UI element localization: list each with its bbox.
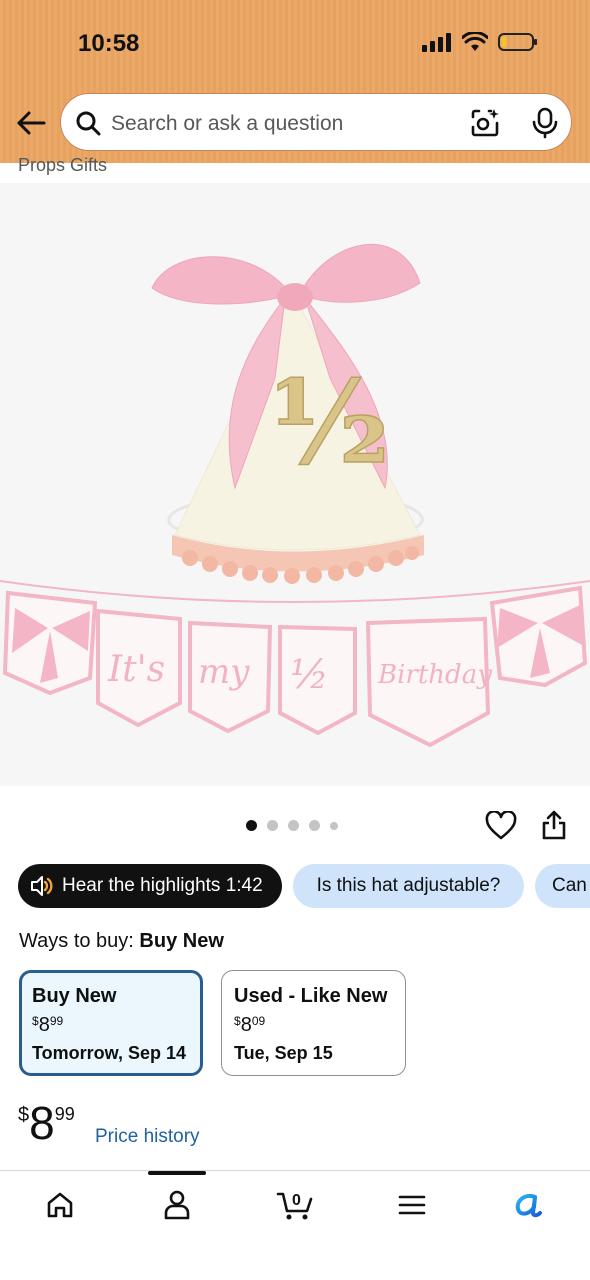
price-history-link[interactable]: Price history — [95, 1126, 200, 1148]
option-price: $809 — [234, 1014, 266, 1036]
image-carousel-dots[interactable] — [246, 820, 338, 831]
option-title: Buy New — [32, 985, 117, 1007]
heart-icon[interactable] — [485, 811, 517, 841]
option-title: Used - Like New — [234, 985, 388, 1007]
hear-highlights-chip[interactable]: Hear the highlights 1:42 — [18, 864, 282, 908]
status-icons — [422, 32, 538, 52]
search-icon — [76, 111, 101, 136]
question-chip[interactable]: Can — [535, 864, 590, 908]
carousel-dot[interactable] — [288, 820, 299, 831]
cart-icon: 0 — [276, 1192, 313, 1220]
chip-label: Can — [552, 875, 587, 896]
nav-account[interactable] — [157, 1185, 197, 1225]
svg-text:½: ½ — [290, 652, 329, 698]
svg-text:0: 0 — [292, 1192, 301, 1209]
svg-text:Birthday: Birthday — [377, 660, 492, 690]
header-bar: 10:58 Search or ask a question — [0, 0, 590, 163]
microphone-icon[interactable] — [531, 107, 559, 139]
question-chip[interactable]: Is this hat adjustable? — [293, 864, 524, 908]
status-time: 10:58 — [78, 30, 140, 57]
carousel-dot[interactable] — [330, 821, 338, 830]
account-icon — [164, 1190, 190, 1220]
svg-text:my: my — [198, 652, 250, 692]
product-price: $ 8 99 — [18, 1097, 75, 1149]
brand-name[interactable]: Props Gifts — [18, 155, 107, 176]
ways-to-buy-heading: Ways to buy: Buy New — [19, 930, 224, 953]
chip-label: Hear the highlights 1:42 — [62, 875, 263, 896]
carousel-dot[interactable] — [246, 820, 257, 831]
back-arrow-icon[interactable] — [14, 108, 48, 138]
buy-option-used[interactable]: Used - Like New $809 Tue, Sep 15 — [221, 970, 406, 1076]
home-icon — [47, 1192, 73, 1218]
carousel-dot[interactable] — [309, 820, 320, 831]
nav-rufus[interactable] — [509, 1185, 549, 1225]
svg-text:It's: It's — [107, 649, 165, 690]
share-icon[interactable] — [540, 809, 568, 841]
ways-prefix: Ways to buy: — [19, 930, 134, 952]
search-bar[interactable]: Search or ask a question — [60, 93, 572, 151]
ai-chip-row: Hear the highlights 1:42 Is this hat adj… — [18, 864, 590, 910]
option-price: $899 — [32, 1014, 64, 1036]
battery-icon — [498, 33, 537, 51]
rufus-icon — [515, 1194, 542, 1218]
menu-icon — [398, 1195, 426, 1215]
buy-option-new[interactable]: Buy New $899 Tomorrow, Sep 14 — [19, 970, 203, 1076]
active-tab-indicator — [148, 1171, 206, 1175]
nav-home[interactable] — [40, 1185, 80, 1225]
nav-cart[interactable]: 0 — [275, 1185, 315, 1225]
carousel-dot[interactable] — [267, 820, 278, 831]
option-delivery: Tomorrow, Sep 14 — [32, 1043, 187, 1063]
speaker-icon — [31, 876, 53, 896]
half-numeral: ½ — [270, 356, 390, 491]
camera-lens-icon[interactable] — [469, 107, 501, 139]
search-input[interactable]: Search or ask a question — [111, 112, 343, 136]
chip-label: Is this hat adjustable? — [316, 875, 501, 896]
signal-icon — [422, 33, 451, 52]
bottom-nav: 0 — [0, 1170, 590, 1280]
party-hat-illustration: ½ It's my ½ Birthday — [0, 243, 590, 748]
ways-selected: Buy New — [139, 930, 224, 952]
wifi-icon — [462, 32, 488, 51]
product-image[interactable]: ½ It's my ½ Birthday — [0, 183, 590, 786]
option-delivery: Tue, Sep 15 — [234, 1043, 333, 1063]
nav-menu[interactable] — [392, 1185, 432, 1225]
